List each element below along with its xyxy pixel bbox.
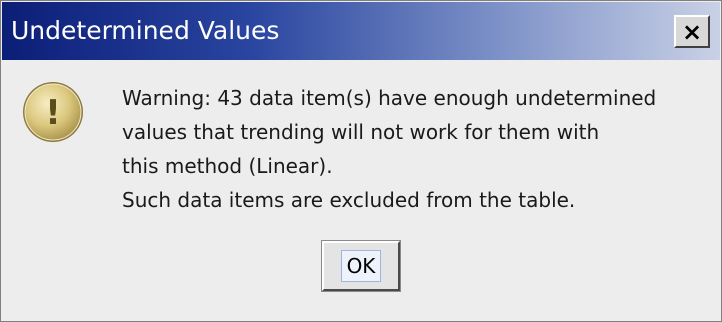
message-line: Warning: 43 data item(s) have enough und…: [122, 86, 657, 110]
message-line: this method (Linear).: [122, 154, 333, 178]
message-line: values that trending will not work for t…: [122, 120, 600, 144]
dialog-title: Undetermined Values: [11, 16, 280, 45]
ok-button[interactable]: OK: [321, 240, 401, 292]
message-line: Such data items are excluded from the ta…: [122, 188, 576, 212]
warning-icon: !: [23, 82, 83, 142]
dialog-window: Undetermined Values × ! Warning: 43 data…: [0, 0, 722, 322]
title-bar[interactable]: Undetermined Values ×: [2, 2, 720, 60]
ok-button-label: OK: [340, 250, 382, 282]
message-text: Warning: 43 data item(s) have enough und…: [122, 81, 712, 217]
close-button[interactable]: ×: [674, 15, 710, 48]
close-icon: ×: [681, 17, 703, 46]
warning-glyph: !: [45, 93, 61, 133]
